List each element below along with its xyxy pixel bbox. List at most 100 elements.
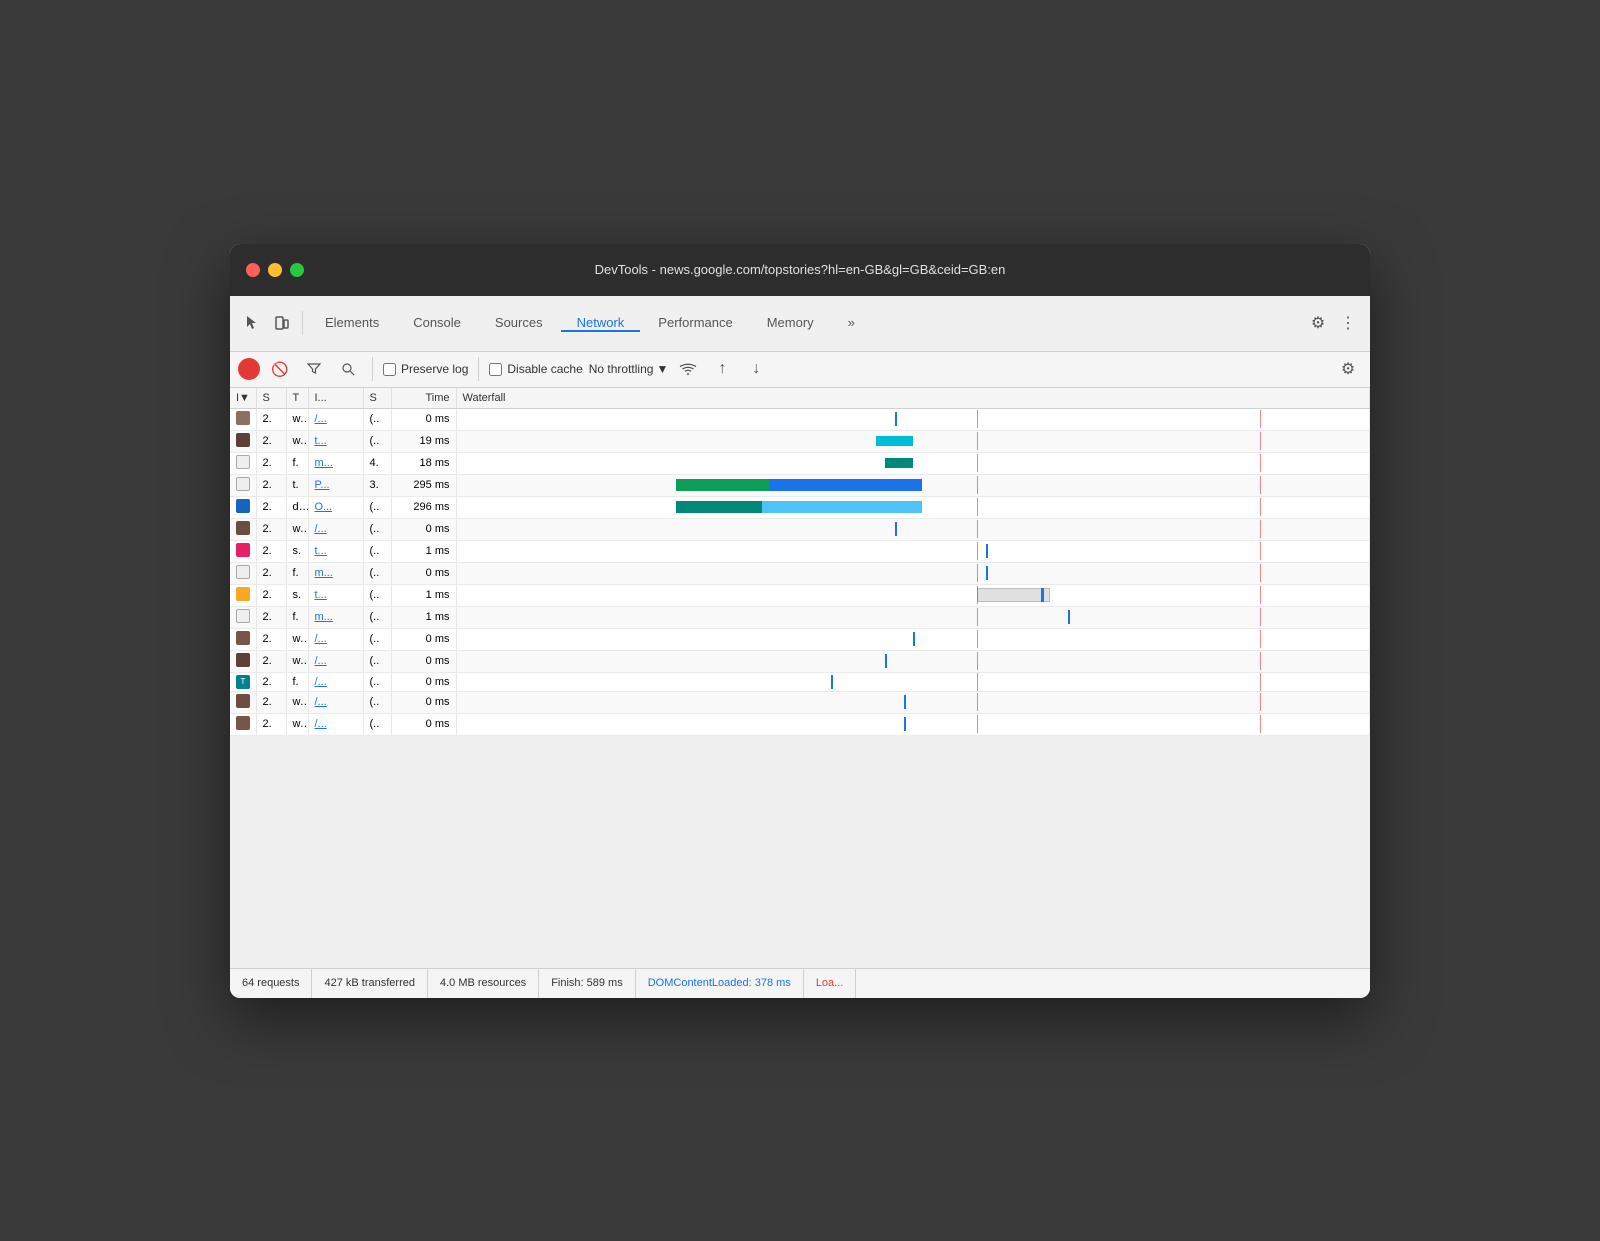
search-icon[interactable] [334, 355, 362, 383]
cursor-icon[interactable] [238, 309, 266, 337]
row-waterfall [456, 430, 1370, 452]
preserve-log-checkbox[interactable] [383, 363, 396, 376]
row-method: s. [286, 584, 308, 606]
tab-console[interactable]: Console [397, 315, 477, 332]
tab-elements[interactable]: Elements [309, 315, 395, 332]
col-header-time: Time [391, 388, 456, 409]
row-time: 0 ms [391, 408, 456, 430]
table-row[interactable]: 2.w./...(..0 ms [230, 691, 1370, 713]
minimize-button[interactable] [268, 263, 282, 277]
requests-count: 64 requests [242, 969, 312, 998]
row-time: 1 ms [391, 540, 456, 562]
table-row[interactable]: T2.f./...(..0 ms [230, 672, 1370, 691]
table-row[interactable]: 2.w.t...(..19 ms [230, 430, 1370, 452]
close-button[interactable] [246, 263, 260, 277]
main-toolbar: Elements Console Sources Network Perform… [230, 296, 1370, 352]
col-header-type: T [286, 388, 308, 409]
network-table-container[interactable]: I▼ S T I... S Time Waterfall 2.w./...(..… [230, 388, 1370, 968]
row-size: (.. [363, 430, 391, 452]
row-time: 0 ms [391, 713, 456, 735]
table-row[interactable]: 2.f.m...(..0 ms [230, 562, 1370, 584]
table-row[interactable]: 2.w./...(..0 ms [230, 518, 1370, 540]
row-icon [230, 691, 256, 713]
row-method: w. [286, 408, 308, 430]
tab-sources[interactable]: Sources [479, 315, 559, 332]
row-size: (.. [363, 650, 391, 672]
row-method: d. [286, 496, 308, 518]
table-row[interactable]: 2.w./...(..0 ms [230, 628, 1370, 650]
row-waterfall [456, 474, 1370, 496]
table-row[interactable]: 2.t.P...3.295 ms [230, 474, 1370, 496]
row-waterfall [456, 540, 1370, 562]
record-button[interactable] [238, 358, 260, 380]
row-name: m... [308, 452, 363, 474]
row-size: (.. [363, 540, 391, 562]
row-icon [230, 584, 256, 606]
row-method: t. [286, 474, 308, 496]
disable-cache-checkbox[interactable] [489, 363, 502, 376]
preserve-log-label[interactable]: Preserve log [383, 362, 468, 376]
tab-more[interactable]: » [832, 315, 871, 332]
maximize-button[interactable] [290, 263, 304, 277]
separator2 [372, 357, 373, 381]
row-size: (.. [363, 606, 391, 628]
row-status: 2. [256, 628, 286, 650]
row-method: w. [286, 650, 308, 672]
separator [302, 311, 303, 335]
tab-performance[interactable]: Performance [642, 315, 748, 332]
table-row[interactable]: 2.s.t...(..1 ms [230, 540, 1370, 562]
tab-network[interactable]: Network [561, 315, 641, 332]
row-icon [230, 452, 256, 474]
titlebar: DevTools - news.google.com/topstories?hl… [230, 244, 1370, 296]
row-size: (.. [363, 496, 391, 518]
row-waterfall [456, 606, 1370, 628]
network-toolbar: 🚫 Preserve log Disable cache No throttli… [230, 352, 1370, 388]
row-size: (.. [363, 672, 391, 691]
row-icon [230, 474, 256, 496]
row-status: 2. [256, 672, 286, 691]
row-name: t... [308, 584, 363, 606]
row-name: m... [308, 562, 363, 584]
row-status: 2. [256, 650, 286, 672]
load-event: Loa... [804, 969, 857, 998]
table-row[interactable]: 2.f.m...4.18 ms [230, 452, 1370, 474]
row-time: 0 ms [391, 672, 456, 691]
separator3 [478, 357, 479, 381]
table-row[interactable]: 2.w./...(..0 ms [230, 713, 1370, 735]
row-icon [230, 713, 256, 735]
row-waterfall [456, 691, 1370, 713]
row-status: 2. [256, 408, 286, 430]
settings-icon[interactable]: ⚙ [1304, 309, 1332, 337]
row-size: (.. [363, 408, 391, 430]
row-time: 19 ms [391, 430, 456, 452]
tab-memory[interactable]: Memory [751, 315, 830, 332]
disable-cache-label[interactable]: Disable cache [489, 362, 582, 376]
row-icon [230, 430, 256, 452]
row-size: (.. [363, 713, 391, 735]
table-row[interactable]: 2.s.t...(..1 ms [230, 584, 1370, 606]
table-row[interactable]: 2.d.O...(..296 ms [230, 496, 1370, 518]
download-icon[interactable]: ↓ [742, 355, 770, 383]
throttle-select[interactable]: No throttling ▼ [589, 362, 669, 376]
table-row[interactable]: 2.w./...(..0 ms [230, 650, 1370, 672]
row-size: (.. [363, 518, 391, 540]
network-settings-icon[interactable]: ⚙ [1334, 355, 1362, 383]
network-table: I▼ S T I... S Time Waterfall 2.w./...(..… [230, 388, 1370, 736]
device-icon[interactable] [268, 309, 296, 337]
row-waterfall [456, 628, 1370, 650]
table-row[interactable]: 2.w./...(..0 ms [230, 408, 1370, 430]
row-icon: T [230, 672, 256, 691]
clear-icon[interactable]: 🚫 [266, 355, 294, 383]
col-header-waterfall: Waterfall [456, 388, 1370, 409]
table-row[interactable]: 2.f.m...(..1 ms [230, 606, 1370, 628]
row-name: /... [308, 713, 363, 735]
filter-icon[interactable] [300, 355, 328, 383]
row-waterfall [456, 713, 1370, 735]
upload-icon[interactable]: ↑ [708, 355, 736, 383]
row-status: 2. [256, 584, 286, 606]
row-size: (.. [363, 584, 391, 606]
finish-time: Finish: 589 ms [539, 969, 636, 998]
wifi-icon[interactable] [674, 355, 702, 383]
row-waterfall [456, 584, 1370, 606]
more-icon[interactable]: ⋮ [1334, 309, 1362, 337]
